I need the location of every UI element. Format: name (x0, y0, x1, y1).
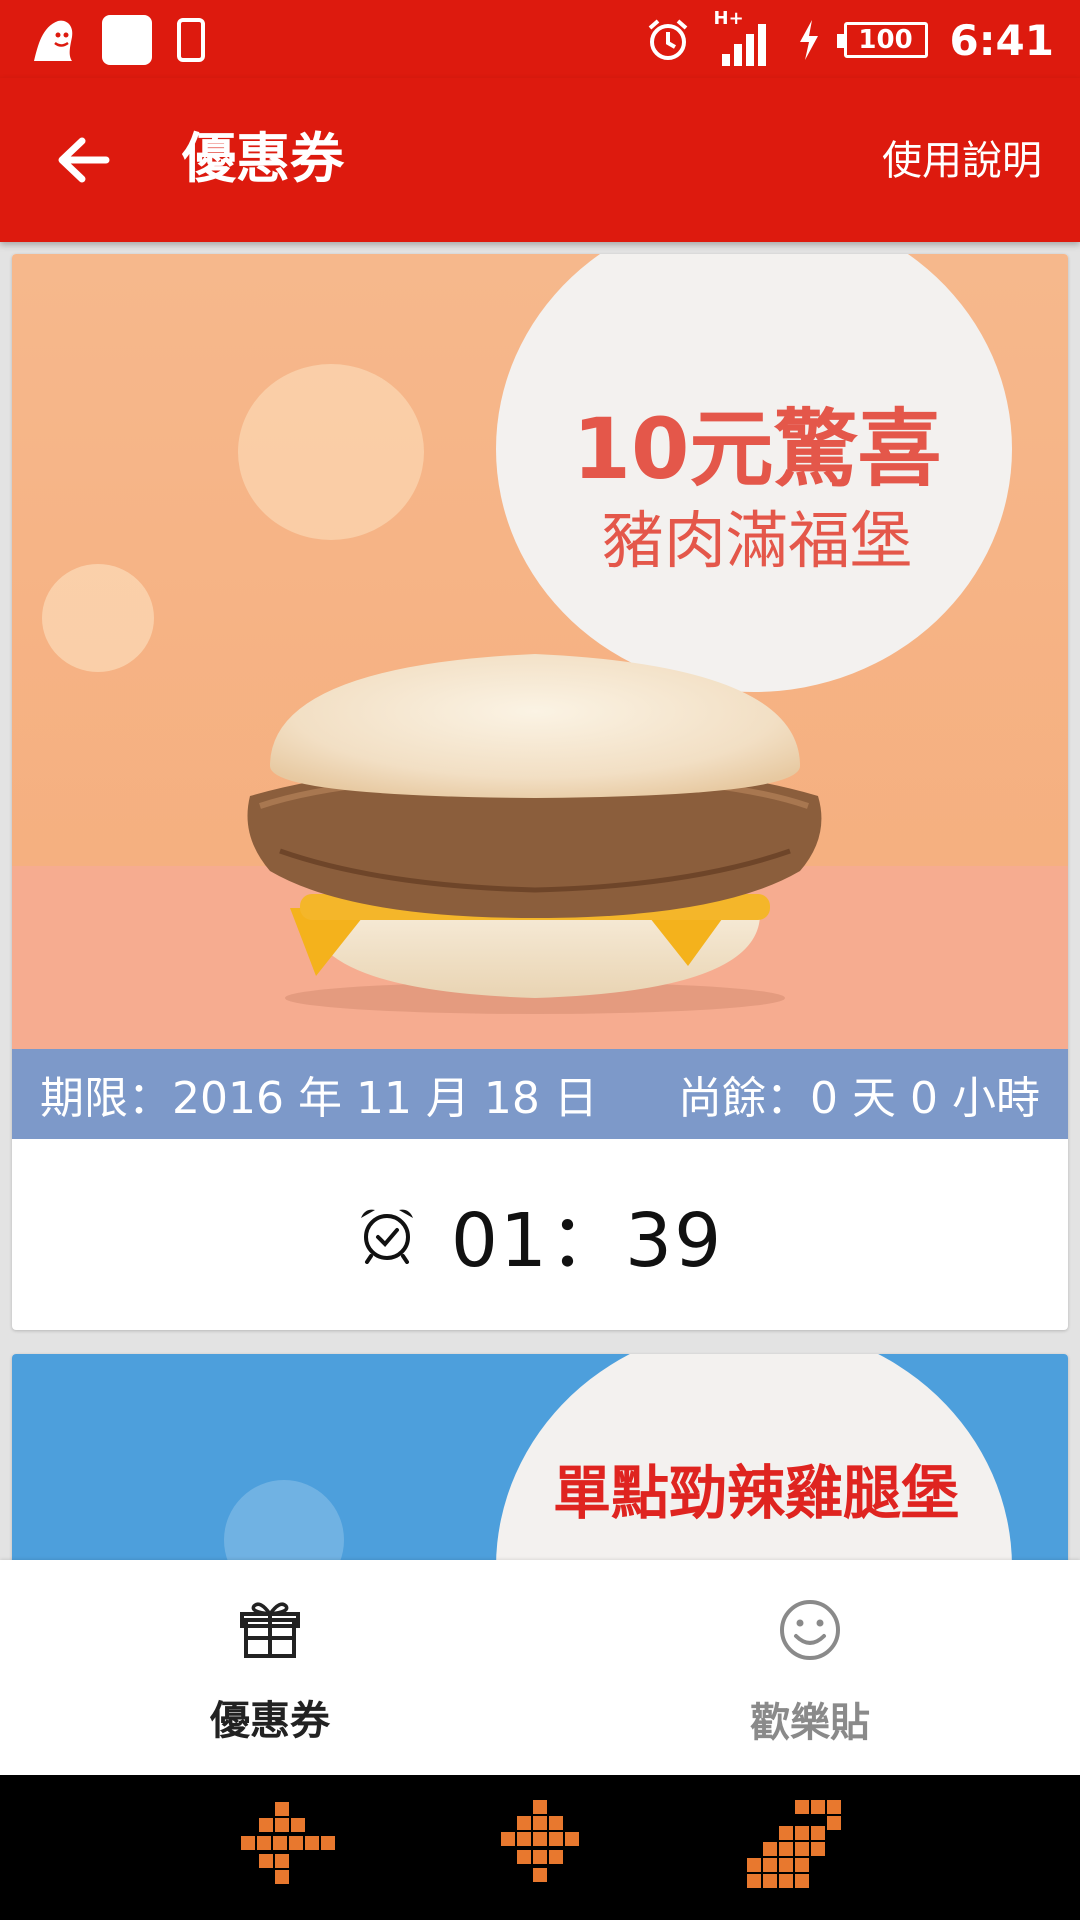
battery-level: 100 (858, 25, 913, 55)
countdown-value: 01：39 (450, 1197, 724, 1284)
app-bar: 優惠券 使用說明 (0, 78, 1080, 242)
charging-icon (799, 20, 818, 60)
coupon-headline: 10元驚喜 (572, 400, 942, 498)
nav-home-button[interactable] (485, 1793, 595, 1903)
status-left-icons (28, 12, 206, 68)
coupon-headline: 單點勁辣雞腿堡 (552, 1459, 959, 1527)
gift-icon (240, 1602, 300, 1658)
nav-recent-button[interactable] (738, 1793, 848, 1903)
coupon-image: 單點勁辣雞腿堡 (12, 1354, 1068, 1594)
status-right-icons: H+ 100 6:41 (644, 8, 1054, 70)
coupon-product: 豬肉滿福堡 (601, 504, 912, 577)
remaining-time: 尚餘：0 天 0 小時 (678, 1073, 1040, 1124)
status-bar: H+ 100 6:41 (0, 0, 1080, 78)
tab-stickers[interactable]: 歡樂貼 (540, 1560, 1080, 1775)
countdown-timer: 01：39 (12, 1139, 1068, 1329)
coupon-card[interactable]: 10元驚喜 豬肉滿福堡 期限：2016 年 11 月 18 日 尚餘：0 天 0… (12, 254, 1068, 1330)
bottom-tab-bar: 優惠券 歡樂貼 (0, 1560, 1080, 1775)
arrow-left-icon (58, 137, 110, 183)
decor-bubble (238, 364, 424, 540)
alarm-clock-icon (360, 1209, 413, 1264)
nav-home-icon (500, 1799, 579, 1882)
nav-recent-icon (747, 1799, 842, 1888)
nav-back-button[interactable] (232, 1793, 342, 1903)
nav-back-icon (240, 1801, 335, 1884)
expiry-bar: 期限：2016 年 11 月 18 日 尚餘：0 天 0 小時 (12, 1049, 1068, 1139)
smiley-icon (780, 1600, 840, 1660)
coupon-card[interactable]: 單點勁辣雞腿堡 (12, 1354, 1068, 1594)
alarm-icon (648, 19, 687, 60)
system-nav-bar (0, 1775, 1080, 1920)
battery-icon: 100 (836, 22, 928, 58)
phone-icon (177, 18, 205, 62)
status-time: 6:41 (949, 15, 1054, 65)
coupon-image: 10元驚喜 豬肉滿福堡 (12, 254, 1068, 1049)
tab-label: 歡樂貼 (750, 1700, 870, 1746)
burger-illustration (247, 654, 822, 1014)
expiry-date: 期限：2016 年 11 月 18 日 (40, 1073, 598, 1124)
tab-label: 優惠券 (210, 1698, 330, 1744)
usage-instructions-link[interactable]: 使用說明 (882, 134, 1042, 188)
tab-coupons[interactable]: 優惠券 (0, 1560, 540, 1775)
page-title: 優惠券 (182, 127, 344, 190)
notification-square-icon (102, 15, 152, 65)
signal-indicator: H+ (714, 8, 774, 66)
signal-icon (721, 24, 766, 66)
ghost-icon (34, 20, 73, 61)
decor-bubble (42, 564, 154, 672)
back-button[interactable] (48, 128, 118, 192)
